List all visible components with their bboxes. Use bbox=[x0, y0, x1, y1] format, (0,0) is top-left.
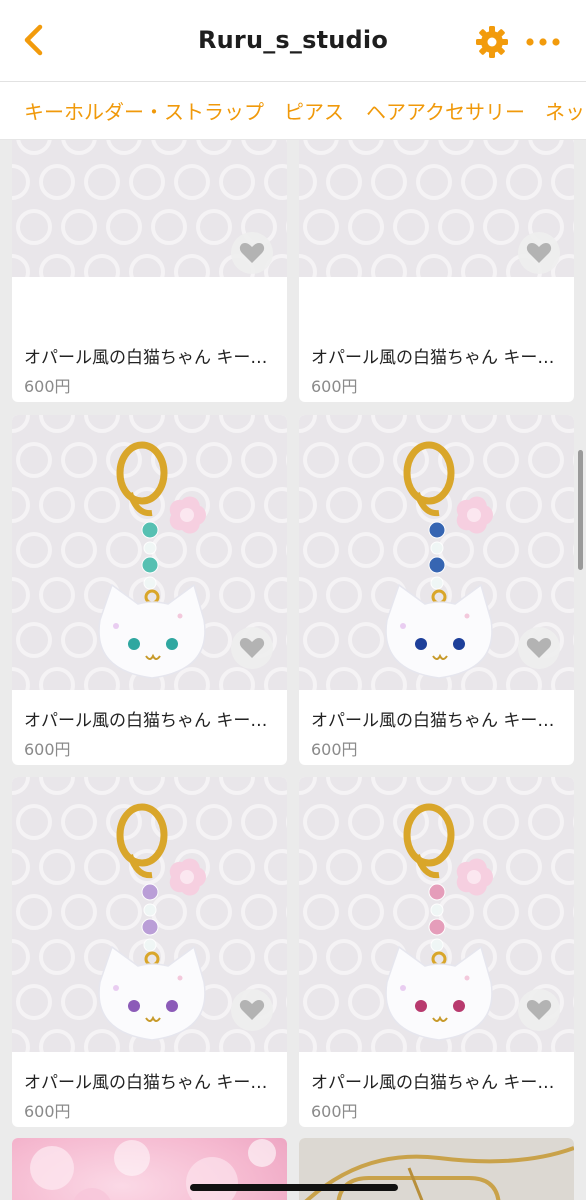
more-options-button[interactable] bbox=[523, 28, 563, 56]
category-tab-bar: キーホルダー・ストラップ ピアス ヘアアクセサリー ネッ bbox=[0, 82, 586, 140]
product-price: 600円 bbox=[311, 740, 358, 759]
favorite-button[interactable] bbox=[231, 989, 273, 1031]
favorite-button[interactable] bbox=[231, 627, 273, 669]
product-card[interactable]: オパール風の白猫ちゃん キー… 600円 bbox=[299, 777, 574, 1127]
product-name: オパール風の白猫ちゃん キー… bbox=[311, 711, 555, 731]
product-grid: オパール風の白猫ちゃん キー… 600円 オパール風の白猫ちゃん キー… 600… bbox=[0, 140, 586, 1200]
product-price: 600円 bbox=[24, 740, 71, 759]
home-indicator[interactable] bbox=[190, 1184, 398, 1191]
heart-icon bbox=[239, 638, 265, 658]
tab-keychain-strap[interactable]: キーホルダー・ストラップ bbox=[24, 96, 264, 125]
product-name: オパール風の白猫ちゃん キー… bbox=[311, 348, 555, 368]
product-name: オパール風の白猫ちゃん キー… bbox=[24, 1073, 268, 1093]
tab-hair-accessories[interactable]: ヘアアクセサリー bbox=[366, 96, 525, 125]
favorite-button[interactable] bbox=[518, 989, 560, 1031]
scrollbar[interactable] bbox=[578, 450, 583, 570]
product-price: 600円 bbox=[311, 1102, 358, 1121]
product-name: オパール風の白猫ちゃん キー… bbox=[24, 348, 268, 368]
product-name: オパール風の白猫ちゃん キー… bbox=[311, 1073, 555, 1093]
product-card[interactable]: オパール風の白猫ちゃん キー… 600円 bbox=[12, 140, 287, 402]
heart-icon bbox=[526, 243, 552, 263]
product-price: 600円 bbox=[24, 1102, 71, 1121]
product-price: 600円 bbox=[24, 377, 71, 396]
heart-icon bbox=[239, 243, 265, 263]
heart-icon bbox=[239, 1000, 265, 1020]
favorite-button[interactable] bbox=[518, 232, 560, 274]
settings-button[interactable] bbox=[474, 24, 510, 60]
gear-icon bbox=[476, 26, 508, 58]
product-card[interactable]: オパール風の白猫ちゃん キー… 600円 bbox=[12, 777, 287, 1127]
product-card[interactable]: オパール風の白猫ちゃん キー… 600円 bbox=[299, 415, 574, 765]
product-card[interactable]: オパール風の白猫ちゃん キー… 600円 bbox=[12, 415, 287, 765]
product-price: 600円 bbox=[311, 377, 358, 396]
product-card[interactable]: オパール風の白猫ちゃん キー… 600円 bbox=[299, 140, 574, 402]
product-name: オパール風の白猫ちゃん キー… bbox=[24, 711, 268, 731]
navigation-header: Ruru_s_studio bbox=[0, 0, 586, 82]
heart-icon bbox=[526, 638, 552, 658]
heart-icon bbox=[526, 1000, 552, 1020]
tab-earrings[interactable]: ピアス bbox=[284, 96, 344, 125]
favorite-button[interactable] bbox=[231, 232, 273, 274]
favorite-button[interactable] bbox=[518, 627, 560, 669]
tab-necklace[interactable]: ネッ bbox=[545, 96, 585, 125]
ellipsis-icon bbox=[526, 38, 560, 46]
